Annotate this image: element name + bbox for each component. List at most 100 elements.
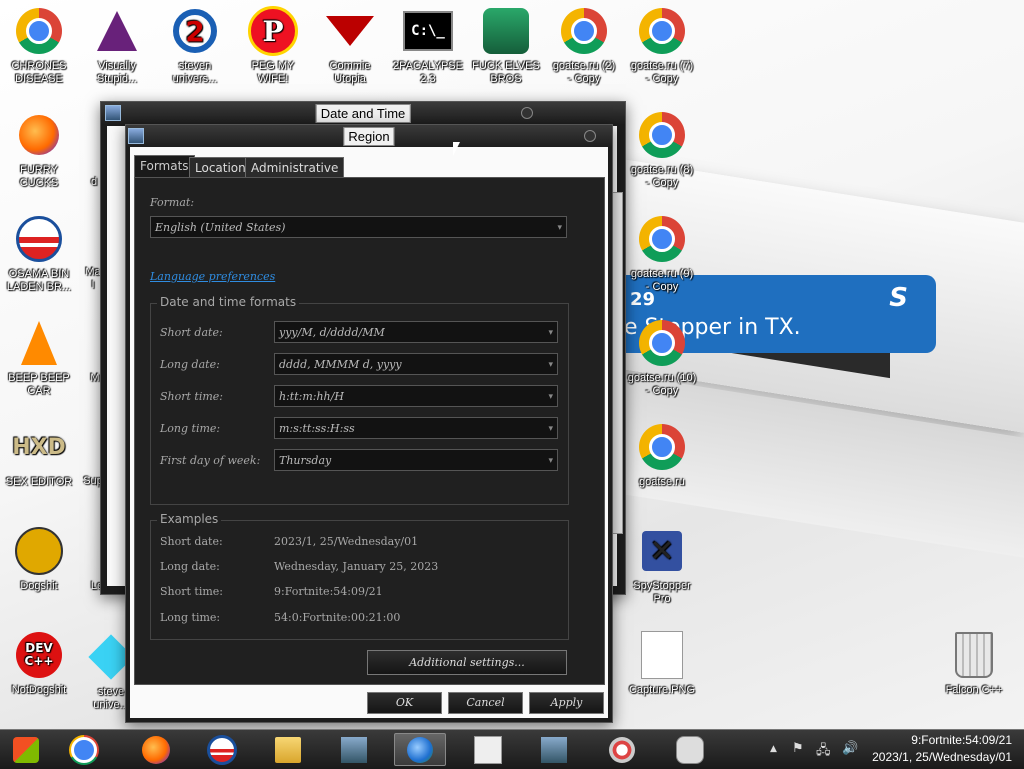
desktop-icon-goatse-10-copy[interactable]: goatse.ru (10) - Copy bbox=[624, 318, 700, 398]
long-time-dropdown[interactable]: m:s:tt:ss:H:ss ▾ bbox=[274, 417, 558, 439]
desktop-icon-notdogshit[interactable]: DEV C++ NotDogshit bbox=[1, 630, 77, 697]
taskbar-paint[interactable] bbox=[596, 733, 648, 766]
desktop-icon-goatse-9-copy[interactable]: goatse.ru (9) - Copy bbox=[624, 214, 700, 294]
date-time-titlebar[interactable]: Date and Time bbox=[101, 102, 625, 124]
short-date-dropdown[interactable]: yyy/M, d/dddd/MM ▾ bbox=[274, 321, 558, 343]
format-value: English (United States) bbox=[155, 221, 286, 234]
icon-label: FURRY CUCKS bbox=[19, 164, 59, 189]
desktop-icon-dogshit[interactable]: Dogshit bbox=[1, 526, 77, 593]
desktop-icon-visually-stupid[interactable]: Visually Stupid... bbox=[79, 6, 155, 86]
desktop-icon-goatse[interactable]: goatse.ru bbox=[624, 422, 700, 489]
desktop-icon-falcon-cpp[interactable]: Falcon C++ bbox=[936, 630, 1012, 697]
example-long-date-value: Wednesday, January 25, 2023 bbox=[274, 560, 439, 573]
taskbar-control-panel[interactable] bbox=[328, 733, 380, 766]
dev-cpp-icon: DEV C++ bbox=[16, 632, 62, 678]
additional-settings-button[interactable]: Additional settings... bbox=[367, 650, 567, 675]
folder-icon bbox=[275, 736, 301, 763]
icon-label: 2PACALYPSE 2.3 bbox=[393, 60, 463, 85]
chrome-icon bbox=[639, 216, 685, 262]
icon-label: NotDogshit bbox=[11, 684, 67, 696]
desktop-icon-beep-beep-car[interactable]: BEEP BEEP CAR bbox=[1, 318, 77, 398]
p-badge-icon: P bbox=[248, 6, 298, 56]
tab-location[interactable]: Location bbox=[189, 157, 252, 178]
obama-logo-icon bbox=[16, 216, 62, 262]
elf-icon bbox=[483, 8, 529, 54]
desktop-icon-furry-cucks[interactable]: FURRY CUCKS bbox=[1, 110, 77, 190]
desktop-icon-spystopper-pro[interactable]: ✕ SpyStopper Pro bbox=[624, 526, 700, 606]
icon-label: SEX EDITOR bbox=[5, 476, 73, 488]
taskbar-network-app[interactable] bbox=[528, 733, 580, 766]
command-prompt-icon: C:\_ bbox=[403, 11, 453, 51]
vlc-cone-icon bbox=[21, 321, 57, 365]
first-day-dropdown[interactable]: Thursday ▾ bbox=[274, 449, 558, 471]
desktop-icon-goatse-7-copy[interactable]: goatse.ru (7) - Copy bbox=[624, 6, 700, 86]
example-long-time-label: Long time: bbox=[160, 611, 221, 624]
example-short-date-value: 2023/1, 25/Wednesday/01 bbox=[274, 535, 419, 548]
short-time-dropdown[interactable]: h:tt:m:hh/H ▾ bbox=[274, 385, 558, 407]
desktop-icon-fuck-elves-bros[interactable]: FUCK ELVES BROS bbox=[468, 6, 544, 86]
ok-button[interactable]: OK bbox=[367, 692, 442, 714]
desktop-icon-steven-universe[interactable]: 2 steven univers... bbox=[157, 6, 233, 86]
icon-label: BEEP BEEP CAR bbox=[8, 372, 70, 397]
desktop-icon-goatse-2-copy[interactable]: goatse.ru (2) - Copy bbox=[546, 6, 622, 86]
taskbar-chrome[interactable] bbox=[58, 733, 110, 766]
long-date-dropdown[interactable]: dddd, MMMM d, yyyy ▾ bbox=[274, 353, 558, 375]
cancel-button[interactable]: Cancel bbox=[448, 692, 523, 714]
desktop: 29 S e Stopper in TX. CHRONES DISEASE Vi… bbox=[0, 0, 1024, 729]
desktop-icon-peg-my-wife[interactable]: P PEG MY WIFE! bbox=[235, 6, 311, 86]
chrome-icon bbox=[639, 320, 685, 366]
chrome-icon bbox=[639, 424, 685, 470]
desktop-icon-goatse-8-copy[interactable]: goatse.ru (8) - Copy bbox=[624, 110, 700, 190]
volume-icon[interactable]: 🔊 bbox=[842, 741, 858, 756]
example-short-time-label: Short time: bbox=[160, 585, 224, 598]
flag-icon[interactable]: ⚑ bbox=[792, 741, 804, 756]
language-preferences-link[interactable]: Language preferences bbox=[150, 270, 275, 283]
tab-administrative[interactable]: Administrative bbox=[245, 157, 345, 178]
desktop-icon-sex-editor[interactable]: HXD SEX EDITOR bbox=[1, 422, 77, 489]
icon-label: goatse.ru (10) - Copy bbox=[627, 372, 697, 397]
taskbar-clock[interactable]: 9:Fortnite:54:09/21 2023/1, 25/Wednesday… bbox=[872, 732, 1012, 766]
long-time-label: Long time: bbox=[160, 422, 221, 435]
desktop-icon-osama-bin-laden[interactable]: OSAMA BIN LADEN BR... bbox=[1, 214, 77, 294]
cpp-builder-icon bbox=[15, 527, 63, 575]
clock-icon bbox=[105, 105, 121, 121]
taskbar-date-time[interactable] bbox=[462, 733, 514, 766]
icon-label: OSAMA BIN LADEN BR... bbox=[6, 268, 72, 293]
banner-letter: S bbox=[889, 283, 908, 313]
taskbar-firefox[interactable] bbox=[130, 733, 182, 766]
chevron-down-icon: ▾ bbox=[548, 456, 553, 466]
icon-label: Falcon C++ bbox=[945, 684, 1003, 696]
taskbar-region[interactable] bbox=[394, 733, 446, 766]
long-date-label: Long date: bbox=[160, 358, 220, 371]
taskbar-game-controller[interactable] bbox=[664, 733, 716, 766]
icon-label: Dogshit bbox=[20, 580, 58, 592]
network-tray-icon[interactable]: 🖧 bbox=[816, 741, 831, 763]
taskbar-file-explorer[interactable] bbox=[262, 733, 314, 766]
desktop-icon-2pacalypse[interactable]: C:\_ 2PACALYPSE 2.3 bbox=[390, 6, 466, 86]
chevron-down-icon: ▾ bbox=[548, 424, 553, 434]
example-short-date-label: Short date: bbox=[160, 535, 223, 548]
icon-label: PEG MY WIFE! bbox=[251, 60, 295, 85]
date-time-formats-title: Date and time formats bbox=[157, 295, 300, 309]
desktop-icon-capture-png[interactable]: Capture.PNG bbox=[624, 630, 700, 697]
format-dropdown[interactable]: English (United States) ▾ bbox=[150, 216, 567, 238]
game-controller-icon bbox=[676, 735, 704, 764]
tab-formats[interactable]: Formats bbox=[134, 155, 195, 178]
first-day-label: First day of week: bbox=[160, 454, 261, 467]
close-icon[interactable] bbox=[521, 107, 533, 119]
show-hidden-icons-arrow[interactable]: ▲ bbox=[770, 744, 777, 754]
start-button[interactable] bbox=[0, 733, 52, 766]
apply-button[interactable]: Apply bbox=[529, 692, 604, 714]
desktop-icon-chrones-disease[interactable]: CHRONES DISEASE bbox=[1, 6, 77, 86]
region-titlebar[interactable]: Region bbox=[126, 125, 612, 147]
short-date-value: yyy/M, d/dddd/MM bbox=[279, 326, 385, 339]
example-short-time-value: 9:Fortnite:54:09/21 bbox=[274, 585, 383, 598]
taskbar-obama-app[interactable] bbox=[196, 733, 248, 766]
desktop-icon-commie-utopia[interactable]: Commie Utopia bbox=[312, 6, 388, 86]
examples-group: Examples Short date: 2023/1, 25/Wednesda… bbox=[150, 512, 569, 640]
icon-label: FUCK ELVES BROS bbox=[472, 60, 540, 85]
close-icon[interactable] bbox=[584, 130, 596, 142]
control-panel-icon bbox=[341, 736, 367, 763]
chevron-down-icon: ▾ bbox=[548, 328, 553, 338]
globe-icon bbox=[128, 128, 144, 144]
